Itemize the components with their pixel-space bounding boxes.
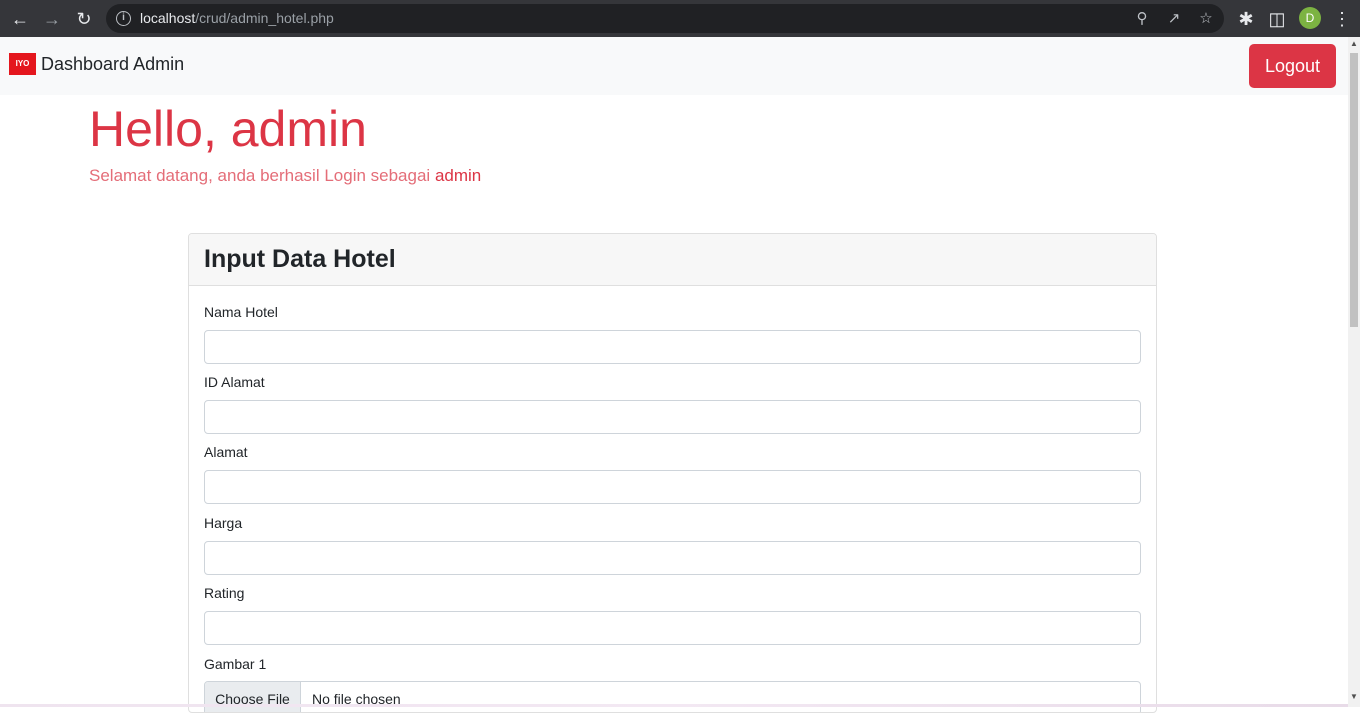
hello-heading: Hello, admin: [89, 100, 367, 158]
id-alamat-label: ID Alamat: [204, 374, 265, 390]
nama-hotel-input[interactable]: [204, 330, 1141, 364]
brand-title[interactable]: Dashboard Admin: [41, 54, 184, 75]
navbar: IYO Dashboard Admin Logout: [0, 37, 1348, 95]
hello-username: admin: [230, 101, 367, 157]
choose-file-button[interactable]: Choose File: [205, 682, 301, 712]
back-icon[interactable]: ←: [7, 6, 33, 32]
file-status-text: No file chosen: [312, 691, 401, 707]
card-header: Input Data Hotel: [189, 234, 1156, 286]
extensions-icon[interactable]: ✱: [1233, 6, 1259, 32]
browser-toolbar: ← → ↻ i localhost/crud/admin_hotel.php ⚲…: [0, 0, 1360, 37]
rating-input[interactable]: [204, 611, 1141, 645]
logout-button[interactable]: Logout: [1249, 44, 1336, 88]
welcome-message: Selamat datang, anda berhasil Login seba…: [89, 166, 431, 185]
hello-text: Hello,: [89, 101, 217, 157]
info-icon[interactable]: i: [116, 11, 131, 26]
profile-avatar[interactable]: D: [1299, 7, 1321, 29]
input-hotel-card: Input Data Hotel Nama Hotel ID Alamat Al…: [188, 233, 1157, 713]
address-bar[interactable]: i localhost/crud/admin_hotel.php ⚲ ↗ ☆: [106, 4, 1224, 33]
page-scrollbar[interactable]: ▲ ▼: [1348, 37, 1360, 707]
harga-label: Harga: [204, 515, 243, 531]
gambar-1-file-input[interactable]: Choose File No file chosen: [204, 681, 1141, 712]
alamat-label: Alamat: [204, 444, 248, 460]
scroll-up-icon[interactable]: ▲: [1350, 40, 1358, 48]
gambar-1-label: Gambar 1: [204, 656, 267, 672]
welcome-text: Selamat datang, anda berhasil Login seba…: [89, 166, 481, 186]
welcome-username: admin: [434, 166, 482, 185]
nama-hotel-label: Nama Hotel: [204, 304, 278, 320]
zoom-icon[interactable]: ⚲: [1132, 9, 1152, 29]
menu-icon[interactable]: ⋮: [1329, 6, 1355, 32]
reload-icon[interactable]: ↻: [71, 6, 97, 32]
id-alamat-input[interactable]: [204, 400, 1141, 434]
url-text: localhost/crud/admin_hotel.php: [140, 10, 334, 26]
forward-icon[interactable]: →: [39, 6, 65, 32]
scrollbar-thumb[interactable]: [1350, 53, 1358, 327]
rating-label: Rating: [204, 585, 245, 601]
alamat-input[interactable]: [204, 470, 1141, 504]
card-title: Input Data Hotel: [204, 245, 396, 273]
scroll-down-icon[interactable]: ▼: [1350, 693, 1358, 701]
sidepanel-icon[interactable]: ◫: [1264, 6, 1290, 32]
brand-logo[interactable]: IYO: [9, 53, 36, 75]
harga-input[interactable]: [204, 541, 1141, 575]
share-icon[interactable]: ↗: [1164, 9, 1184, 29]
star-icon[interactable]: ☆: [1196, 9, 1216, 29]
